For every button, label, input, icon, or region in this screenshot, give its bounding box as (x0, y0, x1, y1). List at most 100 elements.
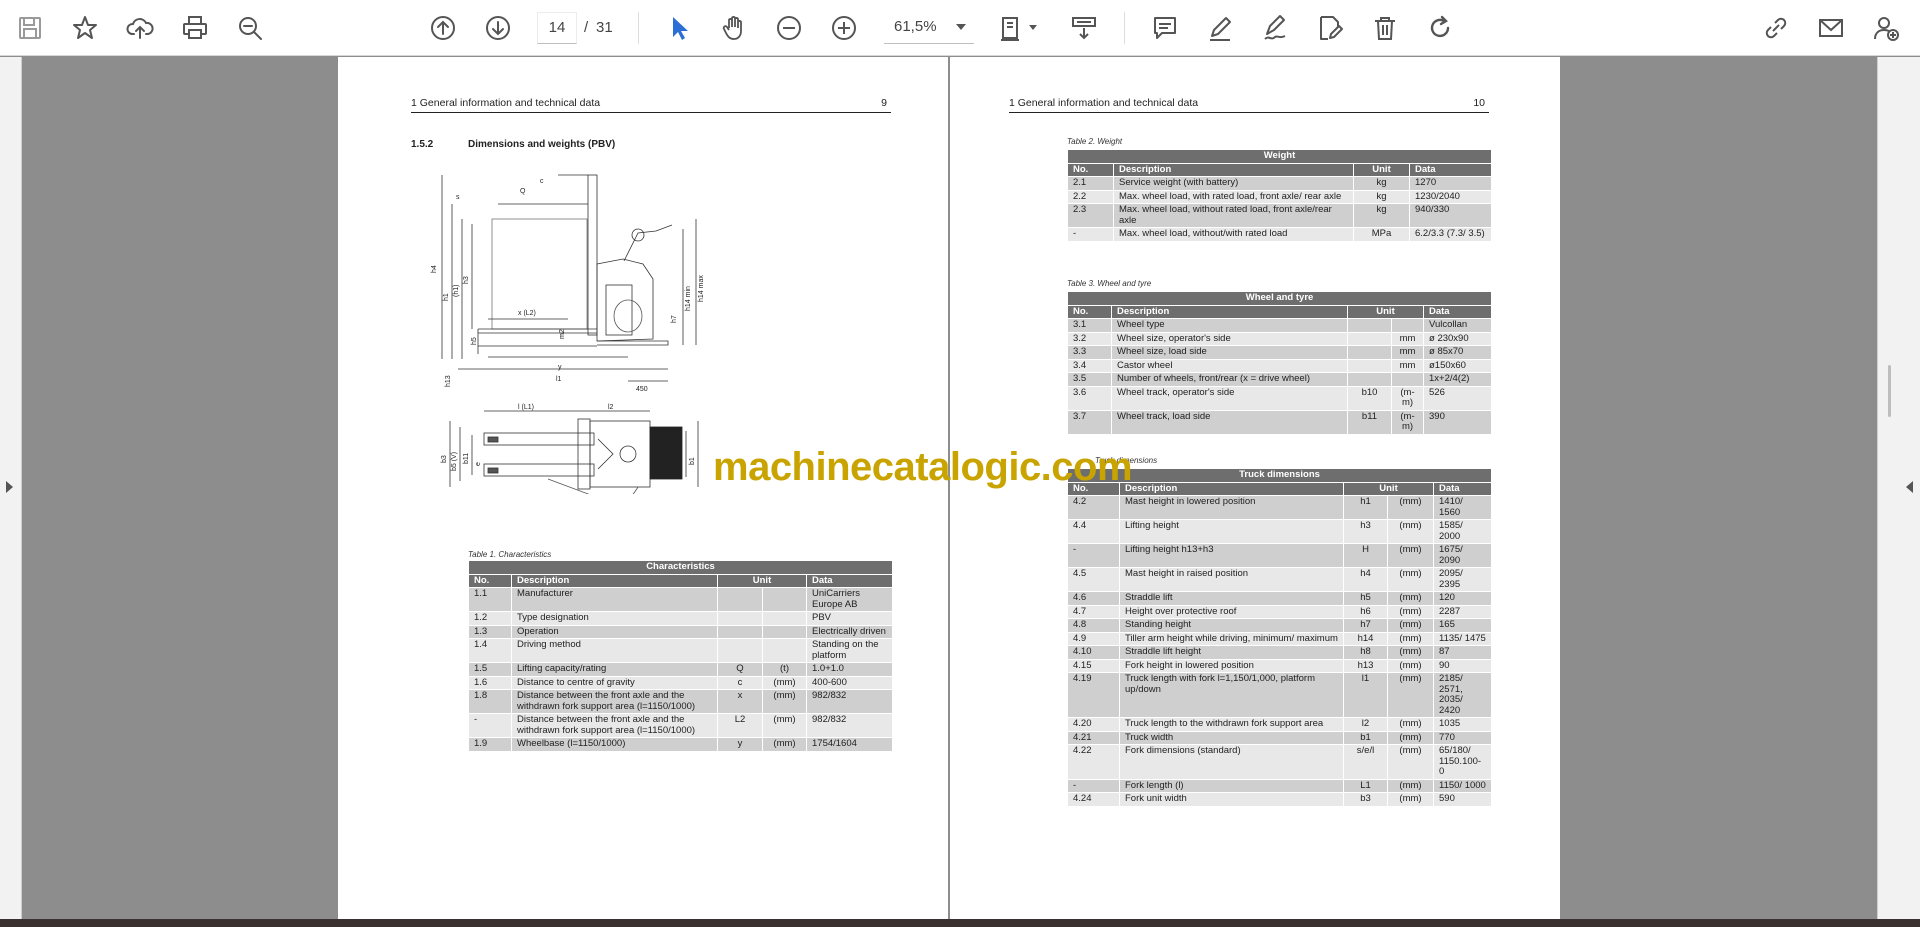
zoom-out-icon (777, 16, 801, 40)
select-tool-button[interactable] (660, 9, 698, 47)
comment-button[interactable] (1146, 9, 1184, 47)
table-row: 3.4 Castor wheel mm ø150x60 (1067, 358, 1493, 373)
table-cell: Wheel size, operator's side (1111, 331, 1348, 346)
table-cell: 1.5 (468, 662, 512, 677)
email-button[interactable] (1812, 9, 1850, 47)
table-cell: Truck length to the withdrawn fork suppo… (1119, 717, 1344, 732)
dim-label-l1: l1 (556, 376, 562, 383)
table-cell: Mast height in lowered position (1119, 495, 1344, 520)
table-row: 4.8 Standing height h7 (mm) 165 (1067, 618, 1493, 633)
table-cell: 3.4 (1067, 358, 1112, 373)
hand-tool-button[interactable] (715, 9, 753, 47)
dim-label-b11: b11 (463, 453, 470, 464)
table-cell (717, 611, 763, 626)
draw-button[interactable] (1201, 9, 1239, 47)
rotate-button[interactable] (1421, 9, 1459, 47)
header-title: 1 General information and technical data (411, 97, 601, 109)
scrollbar-thumb[interactable] (1888, 365, 1891, 417)
dim-label-h3: h3 (463, 276, 470, 284)
print-icon (183, 16, 207, 39)
table-cell: Height over protective roof (1119, 604, 1344, 619)
scroll-mode-button[interactable] (1065, 9, 1103, 47)
table-cell (1347, 358, 1392, 373)
table-cell: Fork length (l) (1119, 778, 1344, 793)
column-header: Description (1111, 304, 1348, 319)
table-cell: 940/330 (1409, 203, 1492, 228)
page-number-input[interactable]: 14 (537, 12, 577, 44)
table-cell: Electrically driven (805, 624, 894, 639)
dim-label-q: Q (520, 188, 526, 195)
table-cell: - (1067, 778, 1120, 793)
table-cell: h7 (1343, 618, 1388, 633)
upload-button[interactable] (121, 9, 159, 47)
table-row: 4.9 Tiller arm height while driving, mini… (1067, 631, 1493, 646)
bookmark-button[interactable] (66, 9, 104, 47)
dim-label-x-l2: x (L2) (518, 310, 536, 317)
table-cell (717, 638, 763, 663)
share-link-button[interactable] (1757, 9, 1795, 47)
table-cell: Truck length with fork l=1,150/1,000, pl… (1119, 672, 1344, 718)
toolbar-divider (1124, 12, 1125, 44)
expand-left-panel-icon[interactable] (6, 481, 13, 493)
table-cell: Vulcollan (1422, 318, 1493, 333)
dim-label-l2: l2 (608, 404, 614, 411)
table-cell: 4.15 (1067, 658, 1120, 673)
table-cell: (m- m) (1391, 385, 1424, 411)
table-row: 4.4 Lifting height h3 (mm) 1585/ 2000 (1067, 519, 1493, 544)
table-cell: 3.2 (1067, 331, 1112, 346)
dim-label-h4: h4 (431, 265, 438, 273)
rotate-icon (1430, 15, 1450, 38)
table-row: 4.5 Mast height in raised position h4 (mm) 2… (1067, 567, 1493, 592)
table-cell: ø 230x90 (1422, 331, 1493, 346)
table-cell: 1.3 (468, 624, 512, 639)
zoom-in-icon (832, 16, 856, 40)
wheel-tyre-table: Wheel and tyre No. Description Unit Data… (1066, 291, 1493, 435)
table-cell: (mm) (1387, 672, 1434, 718)
page-fit-button[interactable] (993, 9, 1037, 47)
table-cell: Tiller arm height while driving, minimum… (1119, 631, 1344, 646)
table-row: - Max. wheel load, without/with rated loa… (1067, 227, 1492, 242)
table-cell: 1.4 (468, 638, 512, 663)
table-cell: h1 (1343, 495, 1388, 520)
table-row: 1.4 Driving method Standing on the platfor… (468, 638, 894, 663)
hand-pan-icon (722, 16, 742, 40)
table-cell: 90 (1432, 658, 1493, 673)
table-cell: 2.1 (1067, 176, 1114, 191)
table-cell: (mm) (1387, 645, 1434, 660)
zoom-in-button[interactable] (825, 9, 863, 47)
zoom-out-button[interactable] (770, 9, 808, 47)
right-panel-toggle[interactable] (1877, 57, 1920, 919)
table-cell (762, 624, 807, 639)
table-cell: mm (1391, 331, 1424, 346)
table-cell: 87 (1432, 645, 1493, 660)
table-title: Characteristics (467, 560, 894, 575)
table-row: 3.1 Wheel type Vulcollan (1067, 318, 1493, 333)
table-row: 1.2 Type designation PBV (468, 611, 894, 626)
previous-page-button[interactable] (424, 9, 462, 47)
table-cell: mm (1391, 358, 1424, 373)
upload-cloud-icon (126, 18, 154, 39)
find-button[interactable] (231, 9, 269, 47)
save-button[interactable] (11, 9, 49, 47)
next-page-button[interactable] (479, 9, 517, 47)
edit-document-icon (1320, 16, 1343, 40)
add-user-button[interactable] (1867, 9, 1905, 47)
pen-icon (1210, 17, 1231, 41)
table-cell: (mm) (1387, 730, 1434, 745)
sign-button[interactable] (1256, 9, 1294, 47)
expand-right-panel-icon[interactable] (1906, 481, 1913, 493)
delete-button[interactable] (1366, 9, 1404, 47)
print-button[interactable] (176, 9, 214, 47)
chevron-down-icon[interactable] (956, 24, 966, 30)
table-caption: Table 2. Weight (1067, 137, 1123, 146)
dim-label-l-l1: l (L1) (518, 404, 534, 411)
table-row: 3.2 Wheel size, operator's side mm ø 230x90 (1067, 331, 1493, 346)
table-row: 4.22 Fork dimensions (standard) s/e/l (mm) 6… (1067, 744, 1493, 780)
table-row: 1.8 Distance between the front axle and t… (468, 689, 894, 714)
table-cell: kg (1353, 176, 1410, 191)
table-cell: Wheel track, operator's side (1111, 385, 1348, 411)
table-cell: h4 (1343, 567, 1388, 592)
table-cell: 2185/ 2571, 2035/ 2420 (1432, 672, 1493, 718)
edit-pdf-button[interactable] (1311, 9, 1349, 47)
table-cell: Distance between the front axle and the … (511, 713, 718, 738)
